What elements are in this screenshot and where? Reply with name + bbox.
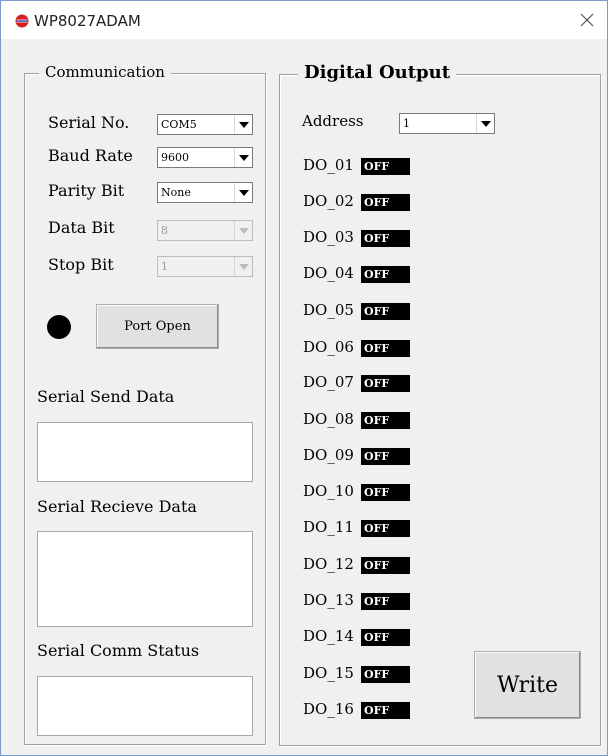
do-label: DO_08 xyxy=(303,410,354,428)
baud-rate-value: 9600 xyxy=(161,151,189,164)
do-state-toggle[interactable]: OFF xyxy=(361,412,410,429)
digital-output-group-label: Digital Output xyxy=(298,62,457,83)
port-open-button[interactable]: Port Open xyxy=(96,304,219,349)
power-icon xyxy=(15,14,29,28)
parity-bit-select[interactable]: None xyxy=(157,182,253,203)
do-state-toggle[interactable]: OFF xyxy=(361,520,410,537)
parity-bit-label: Parity Bit xyxy=(48,181,125,200)
do-state-toggle[interactable]: OFF xyxy=(361,629,410,646)
do-state-toggle[interactable]: OFF xyxy=(361,593,410,610)
port-status-indicator xyxy=(47,315,71,339)
communication-group-label: Communication xyxy=(39,63,171,81)
title-bar[interactable]: WP8027ADAM xyxy=(1,1,607,39)
do-label: DO_07 xyxy=(303,373,354,391)
serial-status-label: Serial Comm Status xyxy=(37,641,200,660)
data-bit-value: 8 xyxy=(161,224,168,237)
stop-bit-label: Stop Bit xyxy=(48,255,114,274)
do-state-toggle[interactable]: OFF xyxy=(361,194,410,211)
parity-bit-value: None xyxy=(161,186,191,199)
close-icon[interactable] xyxy=(577,10,597,30)
chevron-down-icon[interactable] xyxy=(476,114,494,133)
address-value: 1 xyxy=(403,117,410,130)
baud-rate-label: Baud Rate xyxy=(48,146,133,165)
do-state-toggle[interactable]: OFF xyxy=(361,340,410,357)
do-label: DO_11 xyxy=(303,518,354,536)
do-label: DO_04 xyxy=(303,264,354,282)
do-label: DO_15 xyxy=(303,664,354,682)
chevron-down-icon[interactable] xyxy=(234,183,252,202)
chevron-down-icon xyxy=(234,221,252,240)
do-label: DO_14 xyxy=(303,627,354,645)
address-select[interactable]: 1 xyxy=(399,113,495,134)
do-label: DO_12 xyxy=(303,555,354,573)
do-state-toggle[interactable]: OFF xyxy=(361,230,410,247)
do-state-toggle[interactable]: OFF xyxy=(361,702,410,719)
serial-no-select[interactable]: COM5 xyxy=(157,114,253,135)
do-label: DO_13 xyxy=(303,591,354,609)
stop-bit-select: 1 xyxy=(157,256,253,277)
do-state-toggle[interactable]: OFF xyxy=(361,484,410,501)
baud-rate-select[interactable]: 9600 xyxy=(157,147,253,168)
do-label: DO_01 xyxy=(303,156,354,174)
serial-receive-textbox[interactable] xyxy=(37,531,253,627)
do-label: DO_16 xyxy=(303,700,354,718)
do-label: DO_09 xyxy=(303,446,354,464)
chevron-down-icon[interactable] xyxy=(234,115,252,134)
do-label: DO_02 xyxy=(303,192,354,210)
data-bit-select: 8 xyxy=(157,220,253,241)
do-state-toggle[interactable]: OFF xyxy=(361,375,410,392)
serial-receive-label: Serial Recieve Data xyxy=(37,497,197,516)
write-button[interactable]: Write xyxy=(474,651,581,719)
do-state-toggle[interactable]: OFF xyxy=(361,266,410,283)
address-label: Address xyxy=(302,112,364,130)
window-title: WP8027ADAM xyxy=(34,12,141,30)
do-state-toggle[interactable]: OFF xyxy=(361,666,410,683)
do-label: DO_10 xyxy=(303,482,354,500)
stop-bit-value: 1 xyxy=(161,260,168,273)
app-window: WP8027ADAM Communication Serial No. COM5… xyxy=(0,0,608,756)
serial-send-textbox[interactable] xyxy=(37,422,253,482)
do-state-toggle[interactable]: OFF xyxy=(361,303,410,320)
do-state-toggle[interactable]: OFF xyxy=(361,158,410,175)
chevron-down-icon xyxy=(234,257,252,276)
serial-no-value: COM5 xyxy=(161,118,197,131)
do-label: DO_06 xyxy=(303,338,354,356)
data-bit-label: Data Bit xyxy=(48,218,115,237)
do-state-toggle[interactable]: OFF xyxy=(361,448,410,465)
do-label: DO_05 xyxy=(303,301,354,319)
do-label: DO_03 xyxy=(303,228,354,246)
do-state-toggle[interactable]: OFF xyxy=(361,557,410,574)
serial-status-textbox[interactable] xyxy=(37,676,253,736)
serial-send-label: Serial Send Data xyxy=(37,387,175,406)
chevron-down-icon[interactable] xyxy=(234,148,252,167)
serial-no-label: Serial No. xyxy=(48,113,130,132)
